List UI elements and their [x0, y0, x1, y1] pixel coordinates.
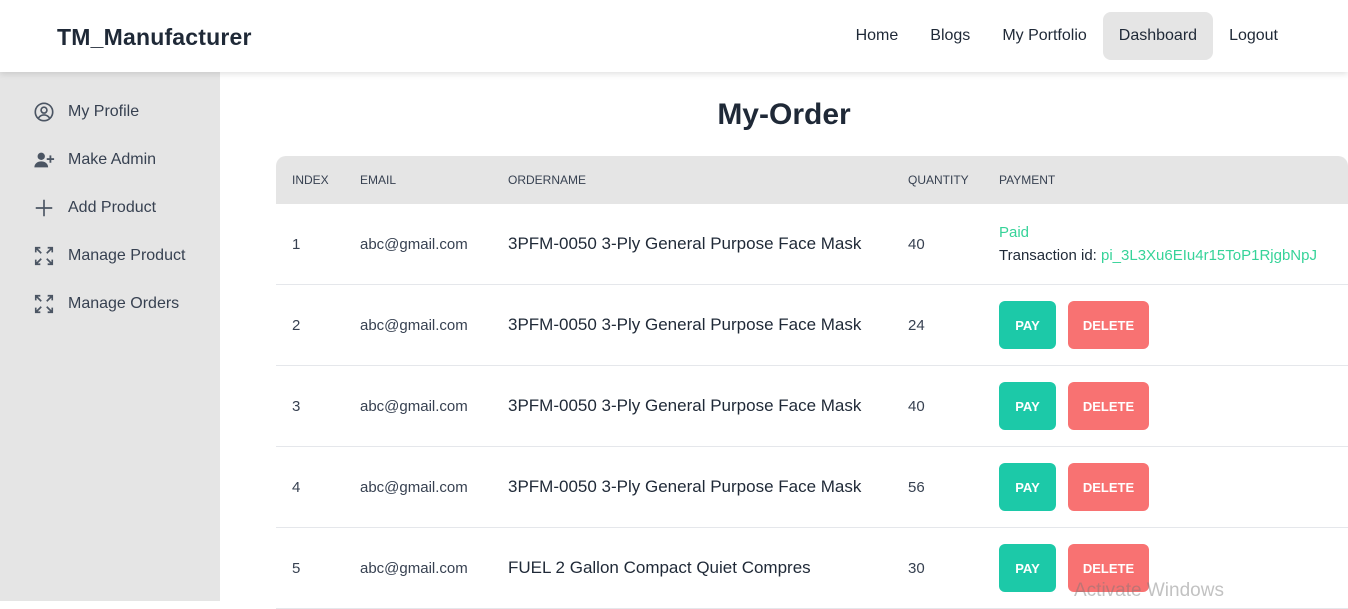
- cell-index: 3: [292, 397, 301, 415]
- pay-button[interactable]: PAY: [999, 463, 1056, 511]
- brand-logo[interactable]: TM_Manufacturer: [57, 24, 252, 51]
- cell-ordername: FUEL 2 Gallon Compact Quiet Compres: [508, 558, 811, 577]
- sidebar-item-label: Make Admin: [68, 151, 157, 168]
- paid-status: Paid: [999, 224, 1030, 241]
- sidebar-item-make-admin[interactable]: Make Admin: [33, 148, 156, 172]
- nav-links: Home Blogs My Portfolio Dashboard Logout: [840, 12, 1294, 60]
- cell-payment: PAY DELETE: [999, 366, 1149, 446]
- table-row: 3 abc@gmail.com 3PFM-0050 3-Ply General …: [276, 366, 1348, 447]
- cell-index: 4: [292, 478, 301, 496]
- nav-blogs[interactable]: Blogs: [914, 12, 986, 60]
- header-ordername: ORDERNAME: [508, 173, 587, 187]
- cell-payment: PAY DELETE: [999, 447, 1149, 527]
- page-title: My-Order: [717, 98, 851, 131]
- transaction-label: Transaction id:: [999, 247, 1101, 264]
- header-index: INDEX: [292, 173, 329, 187]
- sidebar: My Profile Make Admin Add Product Manage…: [0, 72, 220, 601]
- sidebar-item-manage-product[interactable]: Manage Product: [33, 244, 185, 268]
- cell-ordername: 3PFM-0050 3-Ply General Purpose Face Mas…: [508, 396, 862, 415]
- table-header: INDEX EMAIL ORDERNAME QUANTITY PAYMENT: [276, 156, 1348, 204]
- expand-icon: [33, 245, 55, 267]
- cell-email: abc@gmail.com: [360, 559, 468, 577]
- sidebar-item-manage-orders[interactable]: Manage Orders: [33, 292, 179, 316]
- sidebar-item-my-profile[interactable]: My Profile: [33, 100, 139, 124]
- header-payment: PAYMENT: [999, 173, 1056, 187]
- delete-button[interactable]: DELETE: [1068, 382, 1149, 430]
- orders-table: INDEX EMAIL ORDERNAME QUANTITY PAYMENT 1…: [276, 156, 1348, 609]
- plus-icon: [33, 197, 55, 219]
- cell-email: abc@gmail.com: [360, 478, 468, 496]
- user-circle-icon: [33, 101, 55, 123]
- nav-portfolio[interactable]: My Portfolio: [986, 12, 1102, 60]
- cell-quantity: 40: [908, 397, 925, 415]
- cell-index: 5: [292, 559, 301, 577]
- nav-logout[interactable]: Logout: [1213, 12, 1294, 60]
- navbar: TM_Manufacturer Home Blogs My Portfolio …: [0, 0, 1348, 72]
- cell-ordername: 3PFM-0050 3-Ply General Purpose Face Mas…: [508, 315, 862, 334]
- sidebar-item-label: My Profile: [68, 103, 140, 120]
- cell-email: abc@gmail.com: [360, 235, 468, 253]
- pay-button[interactable]: PAY: [999, 382, 1056, 430]
- header-email: EMAIL: [360, 173, 397, 187]
- cell-payment: Paid Transaction id: pi_3L3Xu6EIu4r15ToP…: [999, 204, 1317, 284]
- sidebar-item-label: Manage Product: [68, 247, 186, 264]
- cell-quantity: 40: [908, 235, 925, 253]
- nav-home[interactable]: Home: [840, 12, 915, 60]
- main-content: My-Order INDEX EMAIL ORDERNAME QUANTITY …: [220, 72, 1348, 609]
- cell-quantity: 56: [908, 478, 925, 496]
- cell-index: 2: [292, 316, 301, 334]
- cell-index: 1: [292, 235, 301, 253]
- cell-quantity: 24: [908, 316, 925, 334]
- header-quantity: QUANTITY: [908, 173, 969, 187]
- user-add-icon: [33, 149, 55, 171]
- cell-ordername: 3PFM-0050 3-Ply General Purpose Face Mas…: [508, 477, 862, 496]
- sidebar-item-add-product[interactable]: Add Product: [33, 196, 156, 220]
- sidebar-item-label: Add Product: [68, 199, 157, 216]
- table-row: 4 abc@gmail.com 3PFM-0050 3-Ply General …: [276, 447, 1348, 528]
- activate-windows-watermark: Activate Windows: [1074, 580, 1224, 601]
- expand-icon: [33, 293, 55, 315]
- sidebar-item-label: Manage Orders: [68, 295, 180, 312]
- cell-quantity: 30: [908, 559, 925, 577]
- pay-button[interactable]: PAY: [999, 301, 1056, 349]
- transaction-id: pi_3L3Xu6EIu4r15ToP1RjgbNpJ: [1101, 247, 1317, 264]
- table-row: 1 abc@gmail.com 3PFM-0050 3-Ply General …: [276, 204, 1348, 285]
- cell-payment: PAY DELETE: [999, 285, 1149, 365]
- cell-ordername: 3PFM-0050 3-Ply General Purpose Face Mas…: [508, 234, 862, 253]
- nav-dashboard[interactable]: Dashboard: [1102, 12, 1214, 60]
- table-row: 2 abc@gmail.com 3PFM-0050 3-Ply General …: [276, 285, 1348, 366]
- delete-button[interactable]: DELETE: [1068, 463, 1149, 511]
- cell-email: abc@gmail.com: [360, 316, 468, 334]
- cell-email: abc@gmail.com: [360, 397, 468, 415]
- delete-button[interactable]: DELETE: [1068, 301, 1149, 349]
- pay-button[interactable]: PAY: [999, 544, 1056, 592]
